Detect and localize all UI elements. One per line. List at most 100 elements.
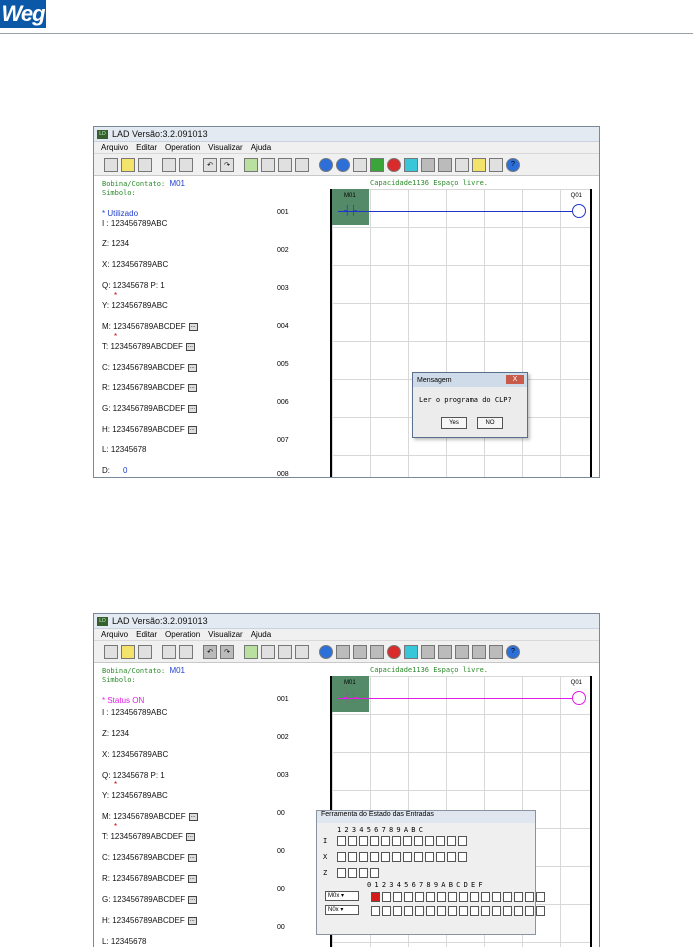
ellipsis-button[interactable]: ... [187,874,197,883]
document-icon[interactable] [472,644,486,659]
input-checkbox[interactable] [426,906,435,916]
new-file-icon[interactable] [104,644,118,659]
input-checkbox[interactable] [459,892,468,902]
ellipsis-button[interactable]: ... [187,383,197,392]
input-checkbox[interactable] [458,852,467,862]
menu-ajuda[interactable]: Ajuda [251,143,271,152]
no-button[interactable]: NO [477,417,503,429]
input-checkbox[interactable] [448,906,457,916]
input-checkbox[interactable] [436,836,445,846]
input-checkbox[interactable] [393,892,402,902]
input-checkbox[interactable] [458,836,467,846]
print-preview-icon[interactable] [179,157,193,172]
input-checkbox[interactable] [392,852,401,862]
input-checkbox[interactable] [536,906,545,916]
ellipsis-button[interactable]: ... [187,853,197,862]
input-checkbox[interactable] [425,836,434,846]
menu-editar[interactable]: Editar [136,143,157,152]
input-checkbox[interactable] [337,868,346,878]
input-checkbox[interactable] [415,906,424,916]
input-checkbox[interactable] [492,906,501,916]
input-checkbox[interactable] [371,906,380,916]
input-checkbox[interactable] [348,836,357,846]
input-checkbox[interactable] [393,906,402,916]
input-checkbox[interactable] [447,836,456,846]
input-checkbox[interactable] [536,892,545,902]
input-checkbox[interactable] [348,868,357,878]
input-checkbox[interactable] [481,906,490,916]
help-icon[interactable]: ? [506,157,520,172]
input-checkbox[interactable] [381,836,390,846]
input-checkbox[interactable] [404,906,413,916]
input-checkbox[interactable] [382,892,391,902]
input-checkbox[interactable] [425,852,434,862]
run-icon[interactable] [336,644,350,659]
tool-icon[interactable] [455,157,469,172]
close-icon[interactable]: X [506,375,524,384]
disabled-icon-2[interactable] [438,157,452,172]
input-checkbox[interactable] [403,852,412,862]
menu-operation[interactable]: Operation [165,630,200,639]
input-checkbox[interactable] [436,852,445,862]
open-folder-icon[interactable] [121,157,135,172]
compile-icon[interactable] [295,157,309,172]
menu-operation[interactable]: Operation [165,143,200,152]
save-icon[interactable] [138,644,152,659]
save-icon[interactable] [138,157,152,172]
disabled-icon[interactable] [421,157,435,172]
menu-editar[interactable]: Editar [136,630,157,639]
input-checkbox[interactable] [359,836,368,846]
input-checkbox[interactable] [414,852,423,862]
open-folder-icon[interactable] [121,644,135,659]
print-preview-icon[interactable] [179,644,193,659]
input-checkbox[interactable] [426,892,435,902]
monitor-icon[interactable] [370,644,384,659]
input-checkbox[interactable] [514,906,523,916]
disabled-icon-2[interactable] [438,644,452,659]
simulate-icon[interactable] [404,644,418,659]
input-checkbox[interactable] [370,852,379,862]
connect-icon[interactable] [319,157,333,172]
menu-arquivo[interactable]: Arquivo [101,630,128,639]
ellipsis-button[interactable]: ... [185,832,195,841]
input-checkbox[interactable] [382,906,391,916]
input-checkbox[interactable] [404,892,413,902]
input-checkbox[interactable] [503,892,512,902]
input-checkbox[interactable] [403,836,412,846]
input-checkbox[interactable] [437,906,446,916]
input-checkbox[interactable] [392,836,401,846]
settings-icon[interactable] [489,644,503,659]
undo-icon[interactable]: ↶ [203,644,217,659]
undo-icon[interactable]: ↶ [203,157,217,172]
write-icon[interactable] [353,644,367,659]
monitor-icon[interactable] [370,157,384,172]
input-checkbox[interactable] [470,892,479,902]
tool-icon[interactable] [455,644,469,659]
delete-row-icon[interactable] [278,644,292,659]
connect-icon[interactable] [319,644,333,659]
document-icon[interactable] [472,157,486,172]
input-checkbox[interactable] [359,868,368,878]
ellipsis-button[interactable]: ... [188,404,198,413]
simulate-icon[interactable] [404,157,418,172]
redo-icon[interactable]: ↷ [220,157,234,172]
ellipsis-button[interactable]: ... [187,425,197,434]
compile-icon[interactable] [295,644,309,659]
input-checkbox[interactable] [348,852,357,862]
input-checkbox[interactable] [359,852,368,862]
insert-row-icon[interactable] [261,644,275,659]
register-select-2[interactable]: N0x ▾ [325,905,359,915]
menu-arquivo[interactable]: Arquivo [101,143,128,152]
help-icon[interactable]: ? [506,644,520,659]
ellipsis-button[interactable]: ... [187,363,197,372]
input-checkbox[interactable] [525,892,534,902]
input-checkbox[interactable] [370,836,379,846]
menu-ajuda[interactable]: Ajuda [251,630,271,639]
input-checkbox[interactable] [459,906,468,916]
settings-icon[interactable] [489,157,503,172]
input-checkbox[interactable] [448,892,457,902]
delete-row-icon[interactable] [278,157,292,172]
input-checkbox[interactable] [414,836,423,846]
run-icon[interactable] [336,157,350,172]
input-checkbox[interactable] [447,852,456,862]
